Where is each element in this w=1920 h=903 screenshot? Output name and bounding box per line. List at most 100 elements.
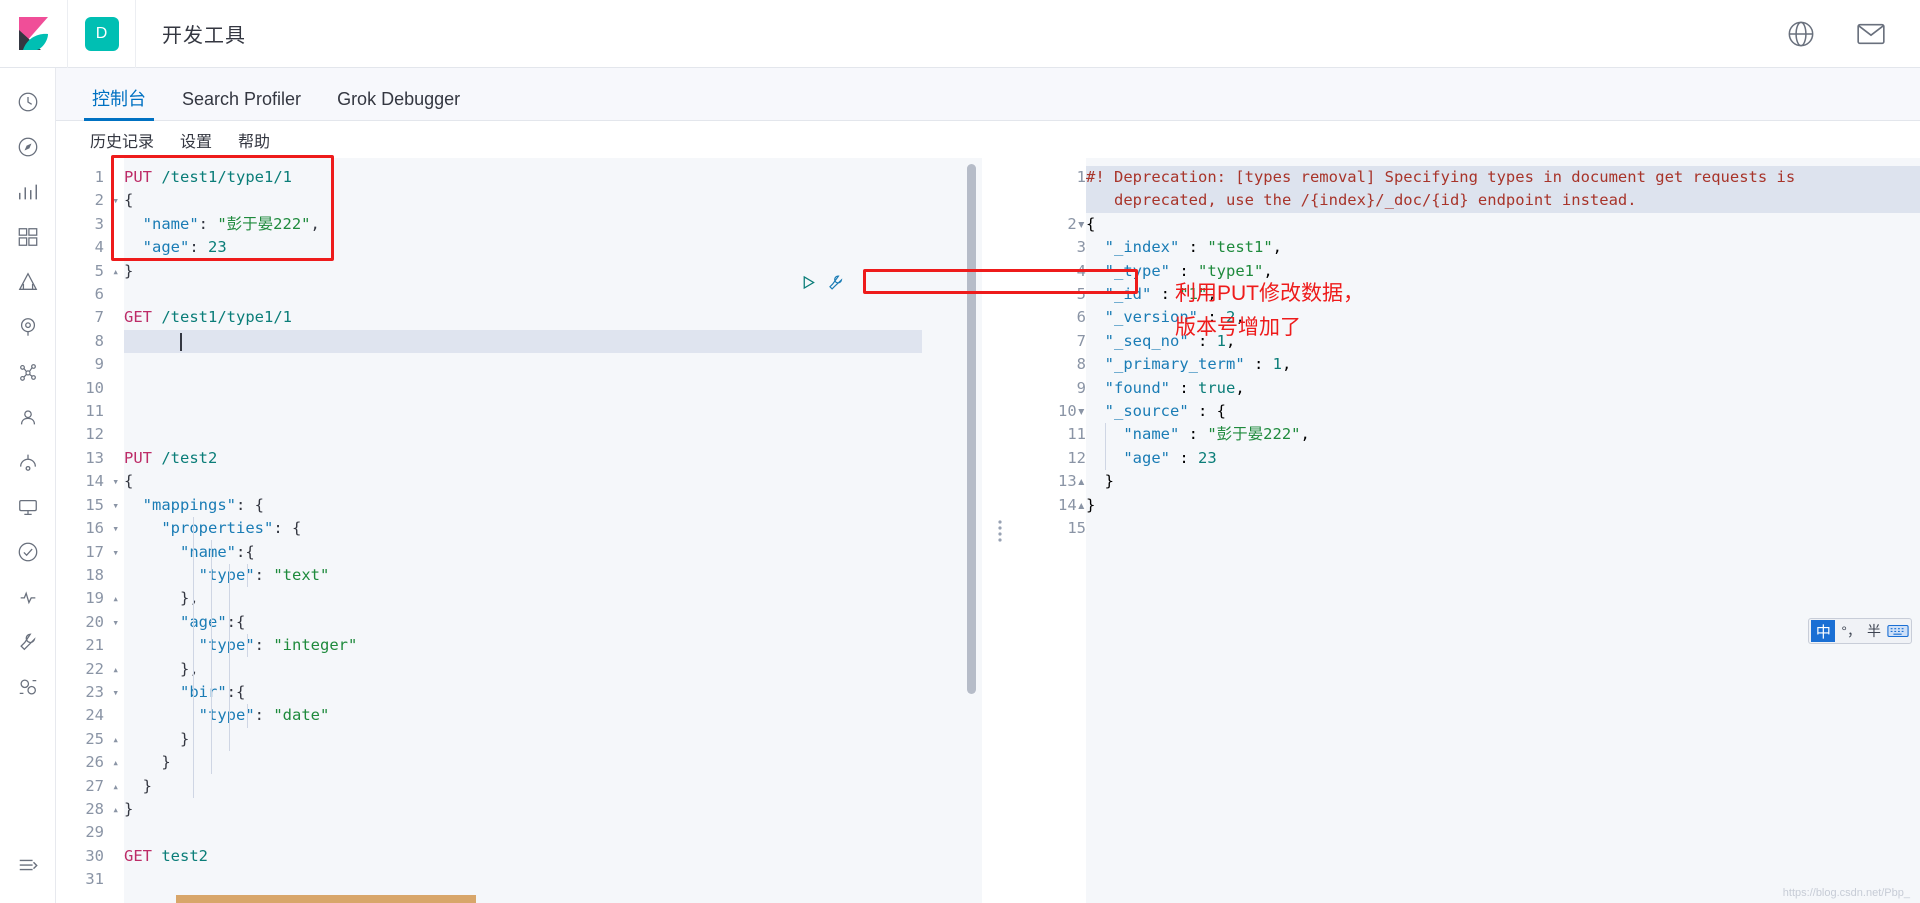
editor-line-number: 15 ▾ — [56, 494, 124, 517]
editor-line-number: 2 ▾ — [56, 189, 124, 212]
response-line-number: 1 — [1076, 168, 1086, 186]
response-line-number: 7 — [1076, 331, 1086, 350]
request-editor[interactable]: 1 2 ▾ 3 4 5 ▴ 6 7 8 9 10 11 12 13 14 ▾ 15 ▾ 16 ▾ 17 ▾ 18 19 ▴ 20 ▾ 2… — [56, 158, 982, 903]
tab-grok-debugger[interactable]: Grok Debugger — [319, 90, 478, 120]
logs-icon[interactable] — [8, 440, 48, 484]
fold-toggle-icon[interactable]: ▾ — [112, 470, 119, 493]
fold-toggle-icon[interactable]: ▾ — [112, 681, 119, 704]
ime-width-mode[interactable]: 半 — [1867, 621, 1881, 641]
fold-toggle-icon[interactable]: ▾ — [112, 517, 119, 540]
editor-line-number: 27 ▴ — [56, 775, 124, 798]
siem-icon[interactable] — [8, 575, 48, 619]
ime-language-mode[interactable]: 中 — [1811, 620, 1836, 642]
response-line: #! Deprecation: [types removal] Specifyi… — [1086, 168, 1796, 186]
fold-toggle-icon[interactable]: ▴ — [1077, 496, 1086, 514]
fold-toggle-icon[interactable]: ▾ — [1077, 215, 1086, 233]
editor-line-number: 16 ▾ — [56, 517, 124, 540]
editor-line-number: 31 — [85, 870, 104, 889]
editor-line-number: 1 — [94, 168, 104, 186]
apm-icon[interactable] — [8, 485, 48, 529]
resizer-grip-icon — [998, 519, 1002, 542]
fold-toggle-icon[interactable]: ▴ — [112, 775, 119, 798]
response-line-number: 2▾ — [1067, 214, 1086, 233]
indent-guide — [211, 540, 212, 775]
dev-tools-icon[interactable] — [8, 620, 48, 664]
fold-toggle-icon[interactable]: ▴ — [112, 751, 119, 774]
fold-toggle-icon[interactable]: ▾ — [112, 494, 119, 517]
uptime-icon[interactable] — [8, 530, 48, 574]
fold-toggle-icon[interactable]: ▴ — [112, 658, 119, 681]
editor-horizontal-scrollbar[interactable] — [176, 895, 476, 903]
response-line-number: 10▾ — [1057, 402, 1086, 421]
machine-learning-icon[interactable] — [8, 350, 48, 394]
editor-line-number: 12 — [85, 425, 104, 444]
pane-resizer[interactable] — [982, 158, 1018, 903]
tab-search-profiler[interactable]: Search Profiler — [164, 90, 319, 120]
canvas-icon[interactable] — [8, 260, 48, 304]
play-request-icon[interactable] — [800, 274, 817, 296]
response-line: "found" : true, — [1104, 378, 1245, 397]
response-line-number: 12 — [1067, 448, 1086, 467]
editor-line-number: 10 — [85, 378, 104, 397]
response-line: { — [1086, 214, 1096, 233]
fold-toggle-icon[interactable]: ▾ — [112, 541, 119, 564]
editor-line-number: 25 ▴ — [56, 728, 124, 751]
fold-toggle-icon[interactable]: ▴ — [112, 798, 119, 821]
editor-line-number: 24 — [85, 706, 104, 725]
discover-icon[interactable] — [8, 125, 48, 169]
editor-line: } — [124, 799, 134, 818]
help-circle-icon[interactable] — [1786, 19, 1816, 49]
editor-code-content[interactable]: PUT /test1/type1/1 { "name": "彭于晏222", "a… — [124, 158, 982, 903]
indent-guide — [247, 634, 248, 658]
editor-line: }, — [124, 589, 199, 608]
fold-toggle-icon[interactable]: ▾ — [1077, 402, 1086, 420]
top-header: D 开发工具 — [0, 0, 1920, 68]
response-panel[interactable]: 1 2▾ 3 4 5 6 7 8 9 10▾ 11 12 13▴ 14▴ 15 #! Deprecatio… — [1018, 158, 1920, 903]
kibana-logo — [17, 16, 51, 52]
fold-toggle-icon[interactable]: ▾ — [112, 189, 119, 212]
management-icon[interactable] — [8, 665, 48, 709]
editor-line: "properties": { — [161, 519, 302, 538]
collapse-nav-icon[interactable] — [8, 843, 48, 887]
visualize-icon[interactable] — [8, 170, 48, 214]
submenu-item-history[interactable]: 历史记录 — [82, 126, 162, 154]
editor-line-number: 4 — [94, 238, 104, 257]
editor-line: } — [124, 753, 171, 772]
editor-line-numbers: 1 2 ▾ 3 4 5 ▴ 6 7 8 9 10 11 12 13 14 ▾ 15 ▾ 16 ▾ 17 ▾ 18 19 ▴ 20 ▾ 2… — [56, 158, 124, 903]
editor-line-number: 14 ▾ — [56, 470, 124, 493]
editor-line-number: 6 — [94, 285, 104, 304]
fold-toggle-icon[interactable]: ▴ — [1077, 472, 1086, 490]
keyboard-icon[interactable] — [1887, 623, 1909, 639]
fold-toggle-icon[interactable]: ▴ — [112, 260, 119, 283]
response-line-number: 11 — [1067, 425, 1086, 444]
editor-line: "age":{ — [180, 612, 246, 631]
response-line-number: 14▴ — [1057, 495, 1086, 514]
editor-vertical-scrollbar[interactable] — [967, 164, 976, 694]
space-selector-button[interactable]: D — [68, 0, 136, 68]
request-actions — [800, 274, 844, 296]
maps-icon[interactable] — [8, 305, 48, 349]
recently-viewed-icon[interactable] — [8, 80, 48, 124]
kibana-logo-button[interactable] — [0, 0, 68, 68]
wrench-icon[interactable] — [827, 274, 844, 296]
fold-toggle-icon[interactable]: ▴ — [112, 587, 119, 610]
dashboard-icon[interactable] — [8, 215, 48, 259]
submenu-item-help[interactable]: 帮助 — [230, 126, 278, 154]
annotation-note: 利用PUT修改数据， 版本号增加了 — [1175, 277, 1364, 345]
editor-line: }, — [124, 659, 199, 678]
fold-toggle-icon[interactable]: ▴ — [112, 728, 119, 751]
mail-icon[interactable] — [1856, 19, 1886, 49]
fold-toggle-icon[interactable]: ▾ — [112, 611, 119, 634]
kibana-dev-tools-app: D 开发工具 控制台 Search Profiler Grok Debugger… — [0, 0, 1920, 903]
tab-console[interactable]: 控制台 — [74, 90, 164, 121]
submenu-item-settings[interactable]: 设置 — [172, 126, 220, 154]
editor-line-number: 3 — [94, 214, 104, 233]
infrastructure-icon[interactable] — [8, 395, 48, 439]
editor-line: } — [124, 776, 152, 795]
ime-status-bar[interactable]: 中 °， 半 — [1808, 618, 1912, 644]
ime-punctuation-mode[interactable]: °， — [1841, 621, 1861, 641]
editor-line-number: 26 ▴ — [56, 751, 124, 774]
editor-line-number: 29 — [85, 823, 104, 842]
